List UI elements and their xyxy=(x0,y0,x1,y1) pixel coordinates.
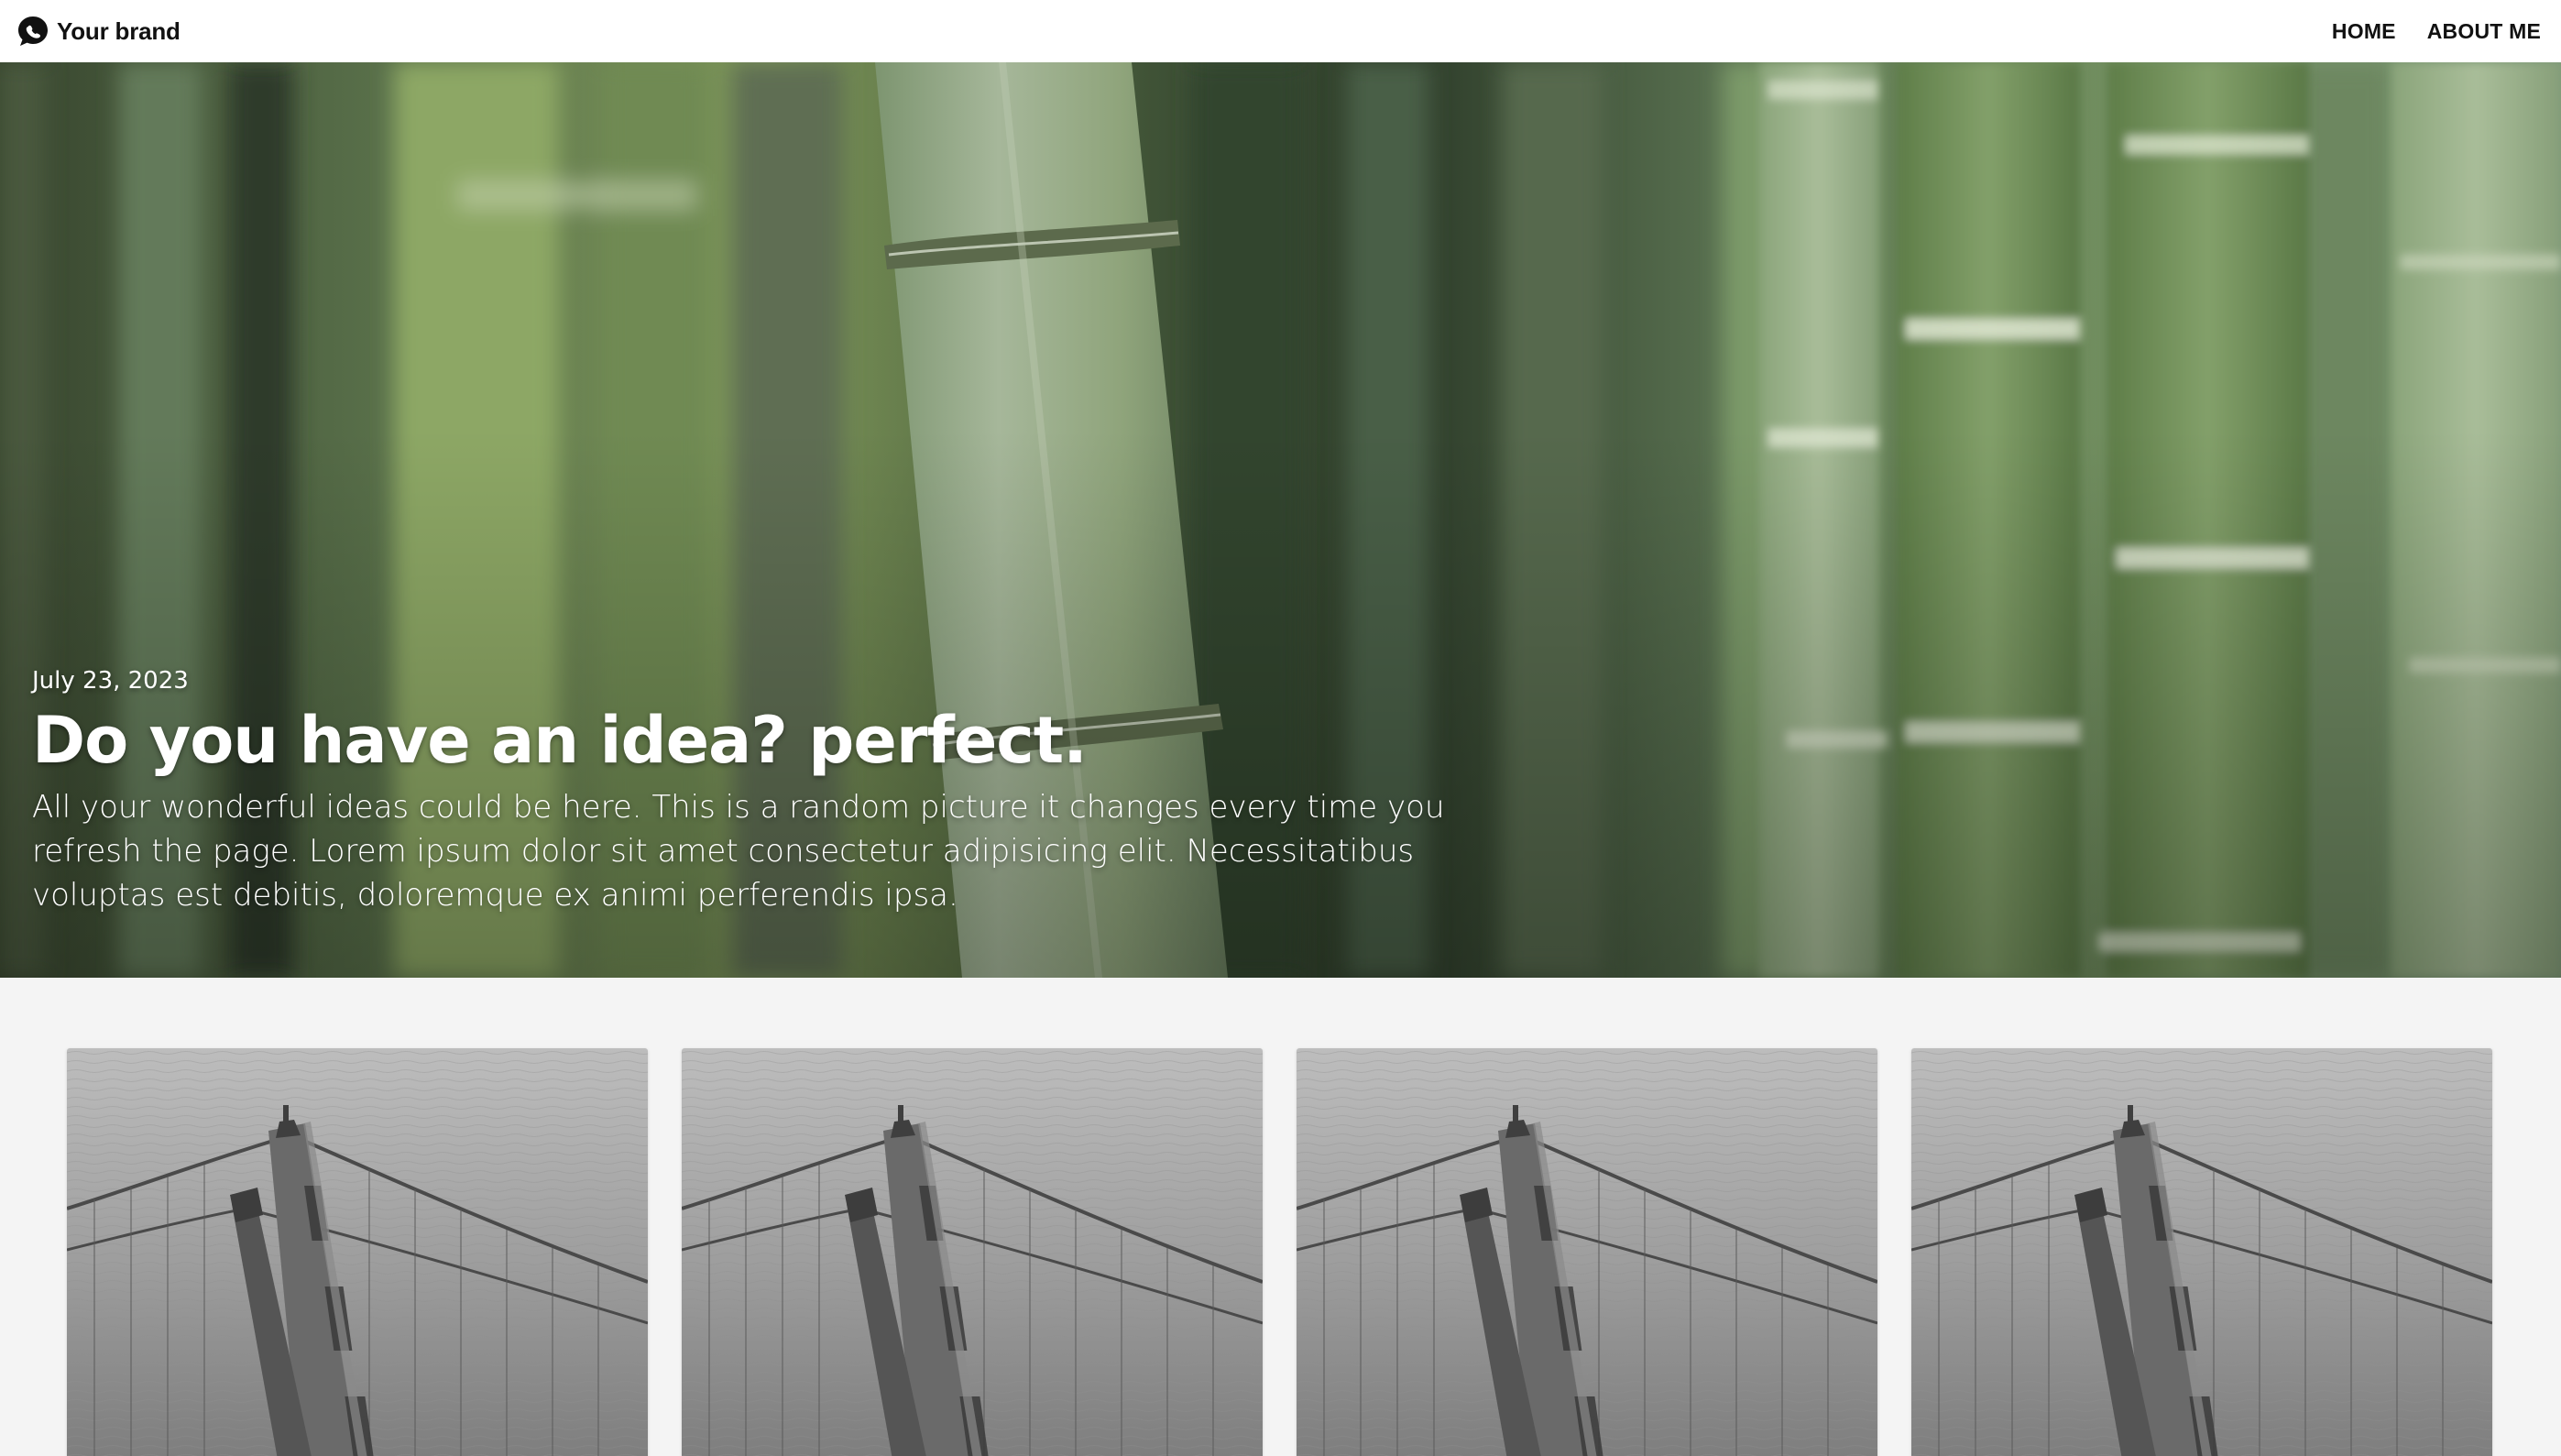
hero-title: Do you have an idea? perfect. xyxy=(32,703,1088,778)
main-nav: HOME ABOUT ME xyxy=(2332,19,2541,44)
hero-description: All your wonderful ideas could be here. … xyxy=(32,788,1445,914)
chat-bubble-icon xyxy=(16,15,49,48)
brand-link[interactable]: Your brand xyxy=(16,15,181,48)
nav-link-home[interactable]: HOME xyxy=(2332,19,2396,44)
hero-content: July 23, 2023 Do you have an idea? perfe… xyxy=(32,667,1498,917)
brand-name: Your brand xyxy=(57,16,181,45)
post-card[interactable] xyxy=(1911,1048,2492,1456)
post-card[interactable] xyxy=(67,1048,648,1456)
hero-banner: July 23, 2023 Do you have an idea? perfe… xyxy=(0,62,2561,978)
bridge-tower-photo xyxy=(67,1048,648,1456)
post-date: July 23, 2023 xyxy=(32,667,189,695)
bridge-tower-photo xyxy=(682,1048,1263,1456)
card-grid xyxy=(0,978,2561,1456)
post-card[interactable] xyxy=(1297,1048,1877,1456)
bridge-tower-photo xyxy=(1297,1048,1877,1456)
post-card[interactable] xyxy=(682,1048,1263,1456)
navbar: Your brand HOME ABOUT ME xyxy=(0,0,2561,62)
bridge-tower-photo xyxy=(1911,1048,2492,1456)
nav-link-about-me[interactable]: ABOUT ME xyxy=(2427,19,2541,44)
